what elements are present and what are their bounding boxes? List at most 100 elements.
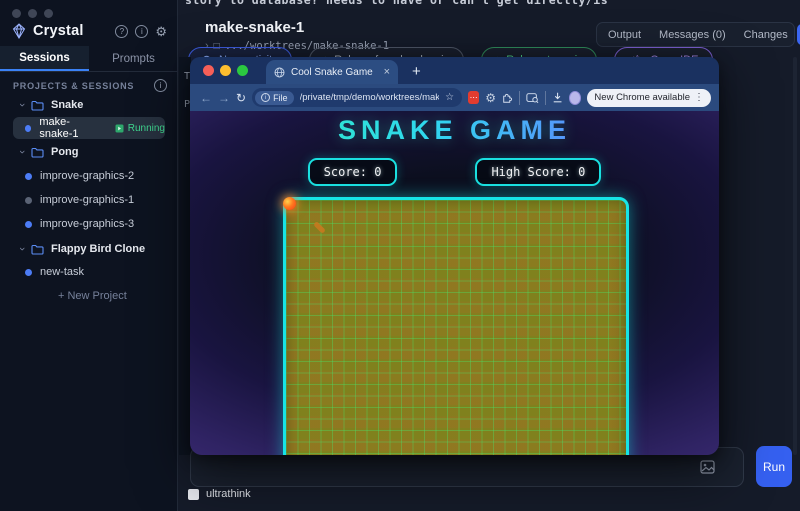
info-glyph: i	[141, 27, 143, 36]
app-title: Crystal	[33, 23, 84, 39]
sidebar-item-make-snake-1[interactable]: make-snake-1 Running	[13, 117, 165, 139]
tab-search-icon[interactable]	[526, 92, 539, 104]
view-tabs: Output Messages (0) Changes Terminal	[596, 22, 795, 47]
tab-prompts[interactable]: Prompts	[89, 46, 178, 71]
section-title: PROJECTS & SESSIONS	[13, 81, 134, 91]
session-label: improve-graphics-1	[40, 194, 134, 206]
info-glyph: i	[265, 95, 266, 101]
sidebar-item-improve-graphics-2[interactable]: improve-graphics-2	[0, 165, 178, 187]
app-window: Crystal ? i ⚙ Sessions Prompts PROJECTS …	[0, 0, 800, 511]
forward-button[interactable]: →	[218, 91, 230, 105]
sidebar-item-improve-graphics-3[interactable]: improve-graphics-3	[0, 213, 178, 235]
folder-icon	[31, 244, 44, 255]
session-label: improve-graphics-2	[40, 170, 134, 182]
tab-sessions[interactable]: Sessions	[0, 46, 89, 71]
food-dot	[283, 197, 296, 210]
extensions-puzzle-icon[interactable]	[502, 91, 513, 104]
toolbar-divider	[545, 91, 546, 105]
section-info-icon[interactable]: i	[154, 79, 167, 92]
ultrathink-checkbox[interactable]	[188, 489, 199, 500]
session-dot-icon	[25, 221, 32, 228]
sidebar-item-improve-graphics-1[interactable]: improve-graphics-1	[0, 189, 178, 211]
titlebar	[12, 9, 53, 18]
toolbar-divider	[519, 91, 520, 105]
project-label: Pong	[51, 146, 79, 158]
brand-header: Crystal ? i ⚙	[12, 20, 167, 42]
status-badge-label: Running	[128, 123, 165, 134]
back-button[interactable]: ←	[200, 91, 212, 105]
browser-window: Cool Snake Game × + ← → ↻ i File /privat…	[190, 57, 719, 455]
chevron-down-icon: ›	[16, 244, 28, 254]
snake-segment	[313, 221, 326, 234]
project-label: Flappy Bird Clone	[51, 243, 145, 255]
chrome-update-label: New Chrome available	[594, 92, 690, 103]
extension-icon-gear[interactable]: ⚙	[485, 91, 496, 105]
browser-close-icon[interactable]	[203, 65, 214, 76]
sidebar-item-pong[interactable]: › Pong	[0, 141, 178, 163]
browser-minimize-icon[interactable]	[220, 65, 231, 76]
browser-zoom-icon[interactable]	[237, 65, 248, 76]
score-box: Score: 0	[308, 158, 398, 186]
info-glyph: i	[160, 81, 162, 90]
globe-icon	[274, 67, 285, 78]
new-project-button[interactable]: + New Project	[58, 290, 127, 302]
browser-window-controls	[203, 65, 248, 76]
page-title: make-snake-1	[205, 19, 304, 36]
profile-avatar[interactable]	[569, 91, 581, 105]
chevron-down-icon: ›	[16, 147, 28, 157]
info-icon[interactable]: i	[135, 25, 148, 38]
project-label: Snake	[51, 99, 83, 111]
help-icon[interactable]: ?	[115, 25, 128, 38]
window-control-zoom-icon[interactable]	[44, 9, 53, 18]
download-icon[interactable]	[552, 91, 563, 104]
crystal-logo-icon	[12, 23, 26, 39]
ultrathink-label: ultrathink	[206, 488, 251, 500]
window-control-minimize-icon[interactable]	[28, 9, 37, 18]
image-icon	[700, 460, 715, 474]
score-row: Score: 0 High Score: 0	[190, 158, 719, 186]
window-control-close-icon[interactable]	[12, 9, 21, 18]
game-title: SNAKE GAME	[190, 115, 719, 146]
address-bar[interactable]: i File /private/tmp/demo/worktrees/make-…	[252, 88, 462, 107]
session-label: improve-graphics-3	[40, 218, 134, 230]
game-board	[283, 197, 629, 455]
tab-messages[interactable]: Messages (0)	[650, 24, 735, 45]
sidebar-item-flappy-bird-clone[interactable]: › Flappy Bird Clone	[0, 238, 178, 260]
sidebar: Crystal ? i ⚙ Sessions Prompts PROJECTS …	[0, 0, 178, 511]
browser-tab-title: Cool Snake Game	[291, 67, 378, 78]
tab-close-icon[interactable]: ×	[384, 66, 390, 78]
reload-button[interactable]: ↻	[236, 91, 246, 105]
tab-output[interactable]: Output	[599, 24, 650, 45]
session-dot-icon	[25, 269, 32, 276]
site-info-icon: i	[261, 93, 270, 102]
sidebar-item-new-task[interactable]: new-task	[0, 261, 178, 283]
tab-changes[interactable]: Changes	[735, 24, 797, 45]
new-tab-button[interactable]: +	[412, 63, 421, 80]
browser-tab-strip: Cool Snake Game × +	[190, 57, 719, 84]
projects-section-header: PROJECTS & SESSIONS i	[13, 79, 167, 92]
browser-toolbar: ← → ↻ i File /private/tmp/demo/worktrees…	[190, 84, 719, 111]
url-text: /private/tmp/demo/worktrees/make-...	[300, 92, 440, 103]
session-label: make-snake-1	[39, 116, 102, 140]
session-dot-icon	[25, 173, 32, 180]
status-badge: Running	[115, 123, 165, 134]
scrollbar[interactable]	[793, 57, 797, 455]
session-dot-icon	[25, 197, 32, 204]
sidebar-item-snake[interactable]: › Snake	[0, 94, 178, 116]
game-page: SNAKE GAME Score: 0 High Score: 0	[190, 111, 719, 455]
browser-tab[interactable]: Cool Snake Game ×	[266, 60, 398, 84]
ultrathink-row: ultrathink	[188, 488, 251, 500]
attach-image-button[interactable]	[700, 460, 715, 479]
high-score-box: High Score: 0	[475, 158, 601, 186]
session-label: new-task	[40, 266, 84, 278]
gear-icon[interactable]: ⚙	[155, 25, 167, 38]
extension-icon-red[interactable]: ⋯	[468, 91, 479, 104]
chrome-update-button[interactable]: New Chrome available ⋮	[587, 89, 711, 107]
bookmark-star-icon[interactable]: ☆	[445, 92, 454, 103]
folder-icon	[31, 147, 44, 158]
browser-menu-icon[interactable]: ⋮	[694, 92, 704, 103]
run-button[interactable]: Run	[756, 446, 792, 487]
chevron-down-icon: ›	[16, 100, 28, 110]
url-scheme-chip[interactable]: i File	[255, 91, 294, 105]
url-scheme-label: File	[273, 93, 288, 103]
